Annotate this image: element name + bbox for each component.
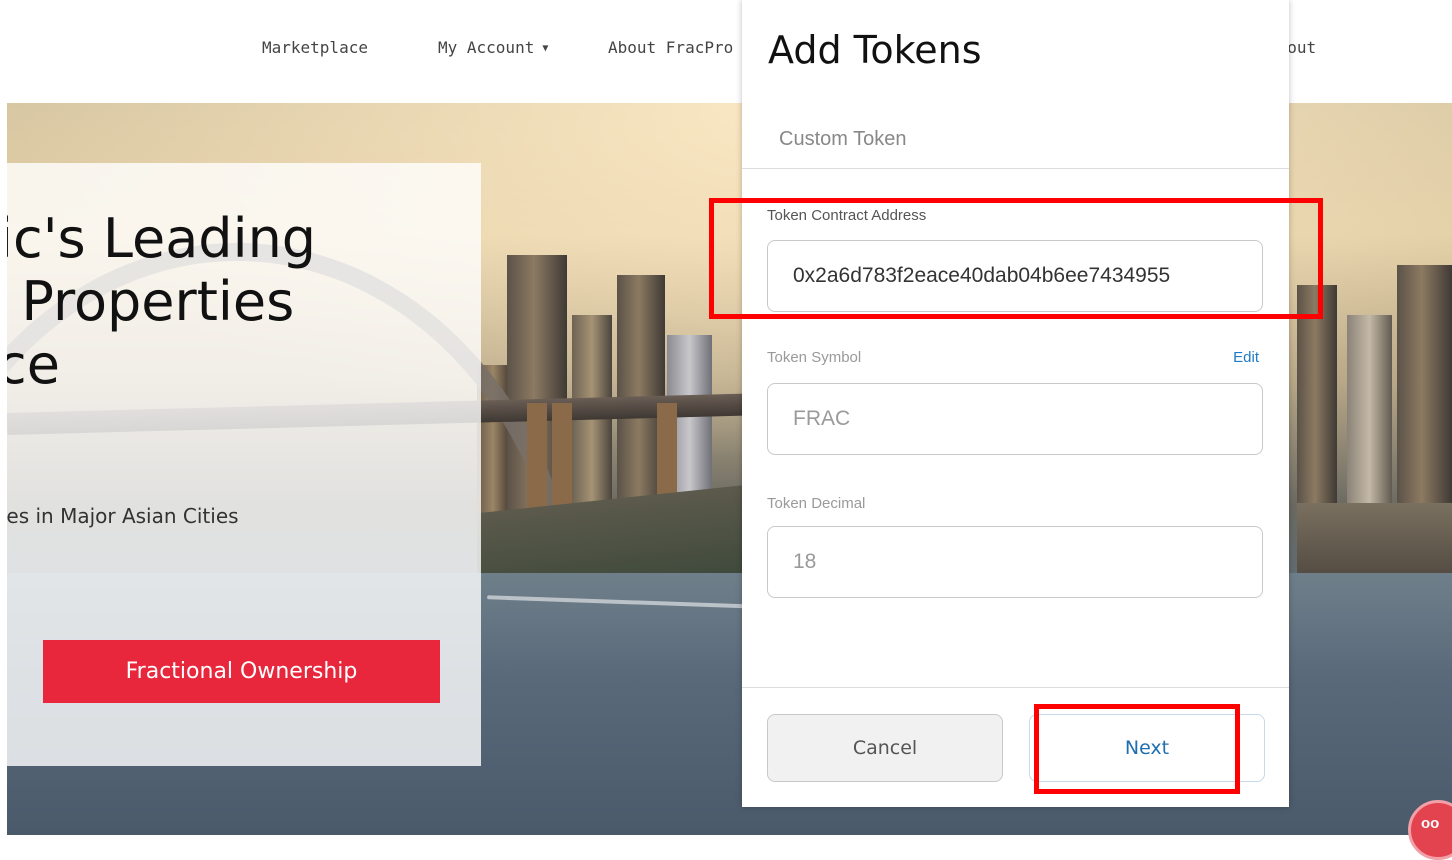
- add-tokens-modal: Add Tokens Custom Token Token Contract A…: [742, 0, 1289, 807]
- token-symbol-label: Token Symbol: [767, 349, 862, 366]
- hero-title-line: fic's Leading: [7, 207, 317, 270]
- fractional-ownership-button[interactable]: Fractional Ownership: [43, 640, 440, 703]
- hero-pylon: [527, 403, 547, 513]
- hero-building: [1347, 315, 1392, 515]
- hero-building: [1297, 285, 1337, 515]
- modal-title: Add Tokens: [768, 28, 982, 72]
- tab-custom-token[interactable]: Custom Token: [779, 128, 906, 151]
- next-button[interactable]: Next: [1029, 714, 1265, 782]
- hero-card: fic's Leading . Properties ce ties in Ma…: [7, 163, 481, 766]
- caret-down-icon: ▼: [542, 43, 549, 54]
- nav-about[interactable]: About FracPro: [608, 38, 733, 57]
- hero-pylon: [552, 403, 572, 513]
- tab-divider: [742, 168, 1289, 169]
- hero-building: [1397, 265, 1452, 515]
- nav-my-account[interactable]: My Account ▼: [438, 38, 548, 57]
- hero-title-line: . Properties: [7, 270, 295, 334]
- token-decimal-label: Token Decimal: [767, 495, 866, 512]
- footer-divider: [742, 687, 1289, 688]
- hero-title: fic's Leading . Properties ce: [7, 207, 481, 397]
- hero-subtitle-text: ties in Major Asian Cities: [7, 504, 239, 528]
- token-contract-address-input[interactable]: [767, 240, 1263, 312]
- chat-badge-text: oo: [1421, 815, 1440, 832]
- token-decimal-input[interactable]: [767, 526, 1263, 598]
- token-symbol-edit-link[interactable]: Edit: [1233, 349, 1259, 366]
- token-contract-address-label: Token Contract Address: [767, 207, 927, 224]
- nav-marketplace[interactable]: Marketplace: [262, 38, 368, 57]
- token-symbol-input[interactable]: [767, 383, 1263, 455]
- hero-subtitle: ties in Major Asian Cities: [7, 504, 481, 528]
- cancel-button[interactable]: Cancel: [767, 714, 1003, 782]
- hero-shoreline: [1297, 503, 1452, 583]
- hero-title-line: ce: [7, 333, 60, 397]
- nav-my-account-label: My Account: [438, 38, 535, 57]
